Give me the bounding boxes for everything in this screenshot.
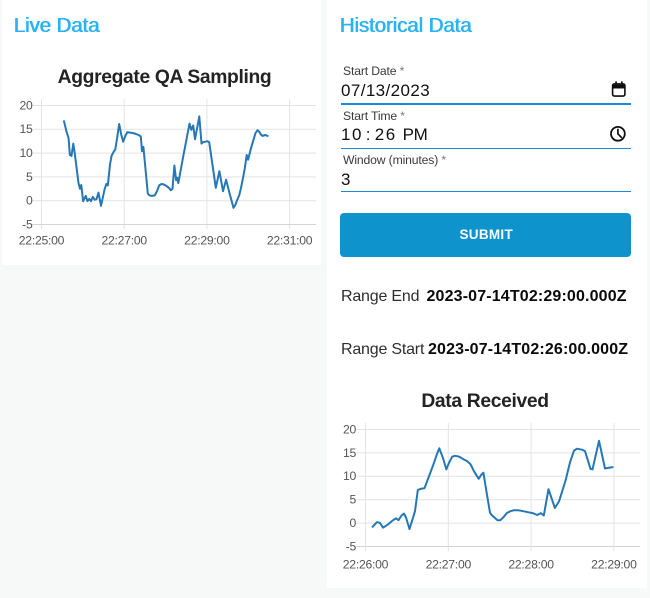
svg-text:22:27:00: 22:27:00 [426,558,472,572]
svg-text:5: 5 [26,170,33,184]
svg-text:5: 5 [349,493,356,507]
svg-text:22:29:00: 22:29:00 [184,234,230,248]
svg-text:15: 15 [19,122,33,136]
svg-text:22:26:00: 22:26:00 [343,558,389,572]
svg-text:0: 0 [26,194,33,208]
svg-text:22:27:00: 22:27:00 [101,234,147,248]
svg-text:20: 20 [343,422,357,436]
svg-text:0: 0 [349,516,356,530]
svg-text:10: 10 [343,469,357,483]
svg-text:-5: -5 [346,539,357,553]
svg-text:10: 10 [19,146,33,160]
svg-text:20: 20 [19,98,33,112]
svg-text:22:29:00: 22:29:00 [591,558,637,572]
svg-text:22:31:00: 22:31:00 [267,234,313,248]
svg-text:-5: -5 [22,217,33,231]
svg-text:22:25:00: 22:25:00 [19,234,65,248]
svg-text:22:28:00: 22:28:00 [508,558,554,572]
svg-text:15: 15 [343,446,357,460]
